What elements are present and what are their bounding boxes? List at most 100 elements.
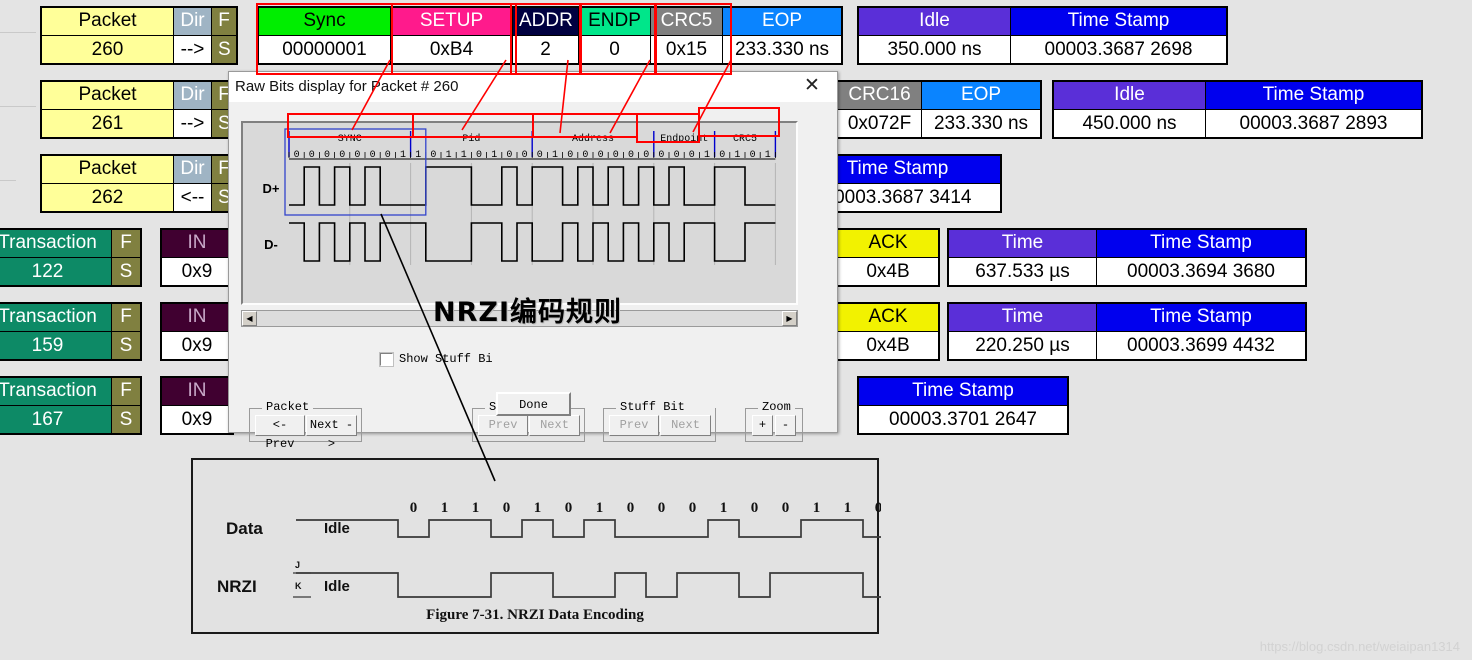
svg-text:D+: D+ (263, 181, 280, 196)
field-time[interactable]: Time 637.533 µs (949, 230, 1097, 285)
svg-text:1: 1 (441, 500, 449, 516)
scroll-left-icon[interactable]: ◀ (242, 311, 257, 326)
transaction-167-timing[interactable]: Time Stamp 00003.3701 2647 (857, 376, 1069, 435)
field-idle[interactable]: Idle 450.000 ns (1054, 82, 1206, 137)
field-header: Packet (42, 156, 173, 183)
watermark: https://blog.csdn.net/weiaipan1314 (1259, 639, 1460, 654)
field-idle[interactable]: Idle 350.000 ns (859, 8, 1011, 63)
field-header: Transaction (0, 378, 111, 405)
packet-navigation-group: Packet <- Prev Next -> (249, 400, 362, 451)
stuff-bit-next-button[interactable]: Next (529, 415, 580, 436)
transaction-122-ack[interactable]: ACK 0x4B (836, 228, 940, 287)
field-header: SETUP (391, 8, 512, 35)
field-header: Packet (42, 8, 173, 35)
show-stuff-bit-row[interactable]: Show Stuff Bi (379, 351, 493, 367)
field-sync[interactable]: Sync 00000001 (259, 8, 391, 63)
svg-text:D-: D- (264, 237, 278, 252)
field-value: 00003.3699 4432 (1097, 331, 1305, 359)
packet-260-fields[interactable]: Sync 00000001 SETUP 0xB4 ADDR 2 ENDP 0 CRC5 0x15 E… (257, 6, 843, 65)
field-value: 0x4B (838, 257, 938, 285)
field-eop[interactable]: EOP 233.330 ns (922, 82, 1040, 137)
packet-prev-button[interactable]: <- Prev (255, 415, 305, 451)
stuff-bit-prev-button[interactable]: Prev (478, 415, 528, 436)
nrzi-rule-annotation-title: NRZI编码规则 (433, 297, 623, 328)
transaction-159-left[interactable]: Transaction 159 F S (0, 302, 142, 361)
packet-261-timing[interactable]: Idle 450.000 ns Time Stamp 00003.3687 2893 (1052, 80, 1423, 139)
field-header: Dir (174, 82, 211, 109)
field-f[interactable]: FS (112, 378, 140, 433)
field-value: 261 (42, 109, 173, 137)
field-in[interactable]: IN 0x9 (162, 378, 232, 433)
field-eop[interactable]: EOP 233.330 ns (723, 8, 841, 63)
field-time-stamp[interactable]: Time Stamp 00003.3694 3680 (1097, 230, 1305, 285)
field-endp[interactable]: ENDP 0 (579, 8, 651, 63)
zoom-in-button[interactable]: + (752, 415, 773, 436)
svg-text:0: 0 (658, 500, 666, 516)
field-time-stamp[interactable]: Time Stamp 00003.3701 2647 (859, 378, 1067, 433)
transaction-122-in[interactable]: IN 0x9 (160, 228, 234, 287)
field-ack[interactable]: ACK 0x4B (838, 230, 938, 285)
field-packet[interactable]: Packet 262 (42, 156, 174, 211)
packet-next-button[interactable]: Next -> (306, 415, 357, 451)
field-dir[interactable]: Dir --> (174, 82, 212, 137)
zoom-group-legend: Zoom (758, 400, 795, 414)
field-f[interactable]: FS (112, 304, 140, 359)
field-value: S (212, 35, 236, 63)
transaction-159-in[interactable]: IN 0x9 (160, 302, 234, 361)
divider-line (0, 180, 16, 181)
dialog-title-bar[interactable]: Raw Bits display for Packet # 260 ✕ (229, 72, 837, 102)
transaction-159-timing[interactable]: Time 220.250 µs Time Stamp 00003.3699 4432 (947, 302, 1307, 361)
zoom-out-button[interactable]: - (775, 415, 796, 436)
field-crc16[interactable]: CRC16 0x072F (838, 82, 922, 137)
field-in[interactable]: IN 0x9 (162, 230, 232, 285)
stuff-bit-error-next-button[interactable]: Next (660, 415, 711, 436)
field-time-stamp[interactable]: Time Stamp 00003.3699 4432 (1097, 304, 1305, 359)
field-crc5[interactable]: CRC5 0x15 (651, 8, 723, 63)
packet-262-left[interactable]: Packet 262 Dir <-- F S (40, 154, 238, 213)
field-transaction[interactable]: Transaction 122 (0, 230, 112, 285)
packet-260-left[interactable]: Packet 260 Dir --> F S (40, 6, 238, 65)
transaction-159-ack[interactable]: ACK 0x4B (836, 302, 940, 361)
field-packet[interactable]: Packet 260 (42, 8, 174, 63)
usb-waveform: SYNC Pid Address Endpoint CRC50 0 0 0 0 0 0 1 1 0 1 1 0 1… (263, 128, 777, 265)
field-dir[interactable]: Dir <-- (174, 156, 212, 211)
close-icon[interactable]: ✕ (791, 75, 833, 99)
packet-261-fields[interactable]: CRC16 0x072F EOP 233.330 ns (836, 80, 1042, 139)
transaction-122-left[interactable]: Transaction 122 F S (0, 228, 142, 287)
field-value: --> (174, 109, 211, 137)
waveform-panel[interactable]: SYNC Pid Address Endpoint CRC5 0 0 0 0 0 0 0 1 1 0 1 1 0 1… (241, 121, 798, 305)
field-setup[interactable]: SETUP 0xB4 (391, 8, 513, 63)
field-value: <-- (174, 183, 211, 211)
field-time-stamp[interactable]: Time Stamp 00003.3687 2893 (1206, 82, 1421, 137)
field-time-stamp[interactable]: Time Stamp 00003.3687 2698 (1011, 8, 1226, 63)
field-transaction[interactable]: Transaction 167 (0, 378, 112, 433)
done-button[interactable]: Done (496, 392, 571, 416)
show-stuff-bit-label: Show Stuff Bi (399, 352, 493, 366)
field-in[interactable]: IN 0x9 (162, 304, 232, 359)
field-ack[interactable]: ACK 0x4B (838, 304, 938, 359)
field-addr[interactable]: ADDR 2 (513, 8, 579, 63)
scroll-right-icon[interactable]: ▶ (782, 311, 797, 326)
svg-text:CRC5: CRC5 (733, 134, 757, 145)
field-f[interactable]: FS (112, 230, 140, 285)
packet-260-timing[interactable]: Idle 350.000 ns Time Stamp 00003.3687 2698 (857, 6, 1228, 65)
raw-bits-dialog[interactable]: Raw Bits display for Packet # 260 ✕ SYNC… (228, 71, 838, 451)
svg-text:1: 1 (813, 500, 821, 516)
transaction-167-left[interactable]: Transaction 167 F S (0, 376, 142, 435)
show-stuff-bit-checkbox[interactable] (379, 351, 394, 367)
field-value: 233.330 ns (723, 35, 841, 63)
figure-caption: Figure 7-31. NRZI Data Encoding (426, 607, 644, 623)
field-packet[interactable]: Packet 261 (42, 82, 174, 137)
packet-261-left[interactable]: Packet 261 Dir --> F S (40, 80, 238, 139)
transaction-167-in[interactable]: IN 0x9 (160, 376, 234, 435)
field-f[interactable]: FS (212, 8, 236, 63)
svg-text:Address: Address (572, 133, 614, 145)
transaction-122-timing[interactable]: Time 637.533 µs Time Stamp 00003.3694 3680 (947, 228, 1307, 287)
field-header: CRC16 (838, 82, 921, 109)
field-dir[interactable]: Dir --> (174, 8, 212, 63)
svg-text:0: 0 (627, 500, 635, 516)
field-value: 0 (579, 35, 650, 63)
field-time[interactable]: Time 220.250 µs (949, 304, 1097, 359)
stuff-bit-error-prev-button[interactable]: Prev (609, 415, 659, 436)
field-transaction[interactable]: Transaction 159 (0, 304, 112, 359)
